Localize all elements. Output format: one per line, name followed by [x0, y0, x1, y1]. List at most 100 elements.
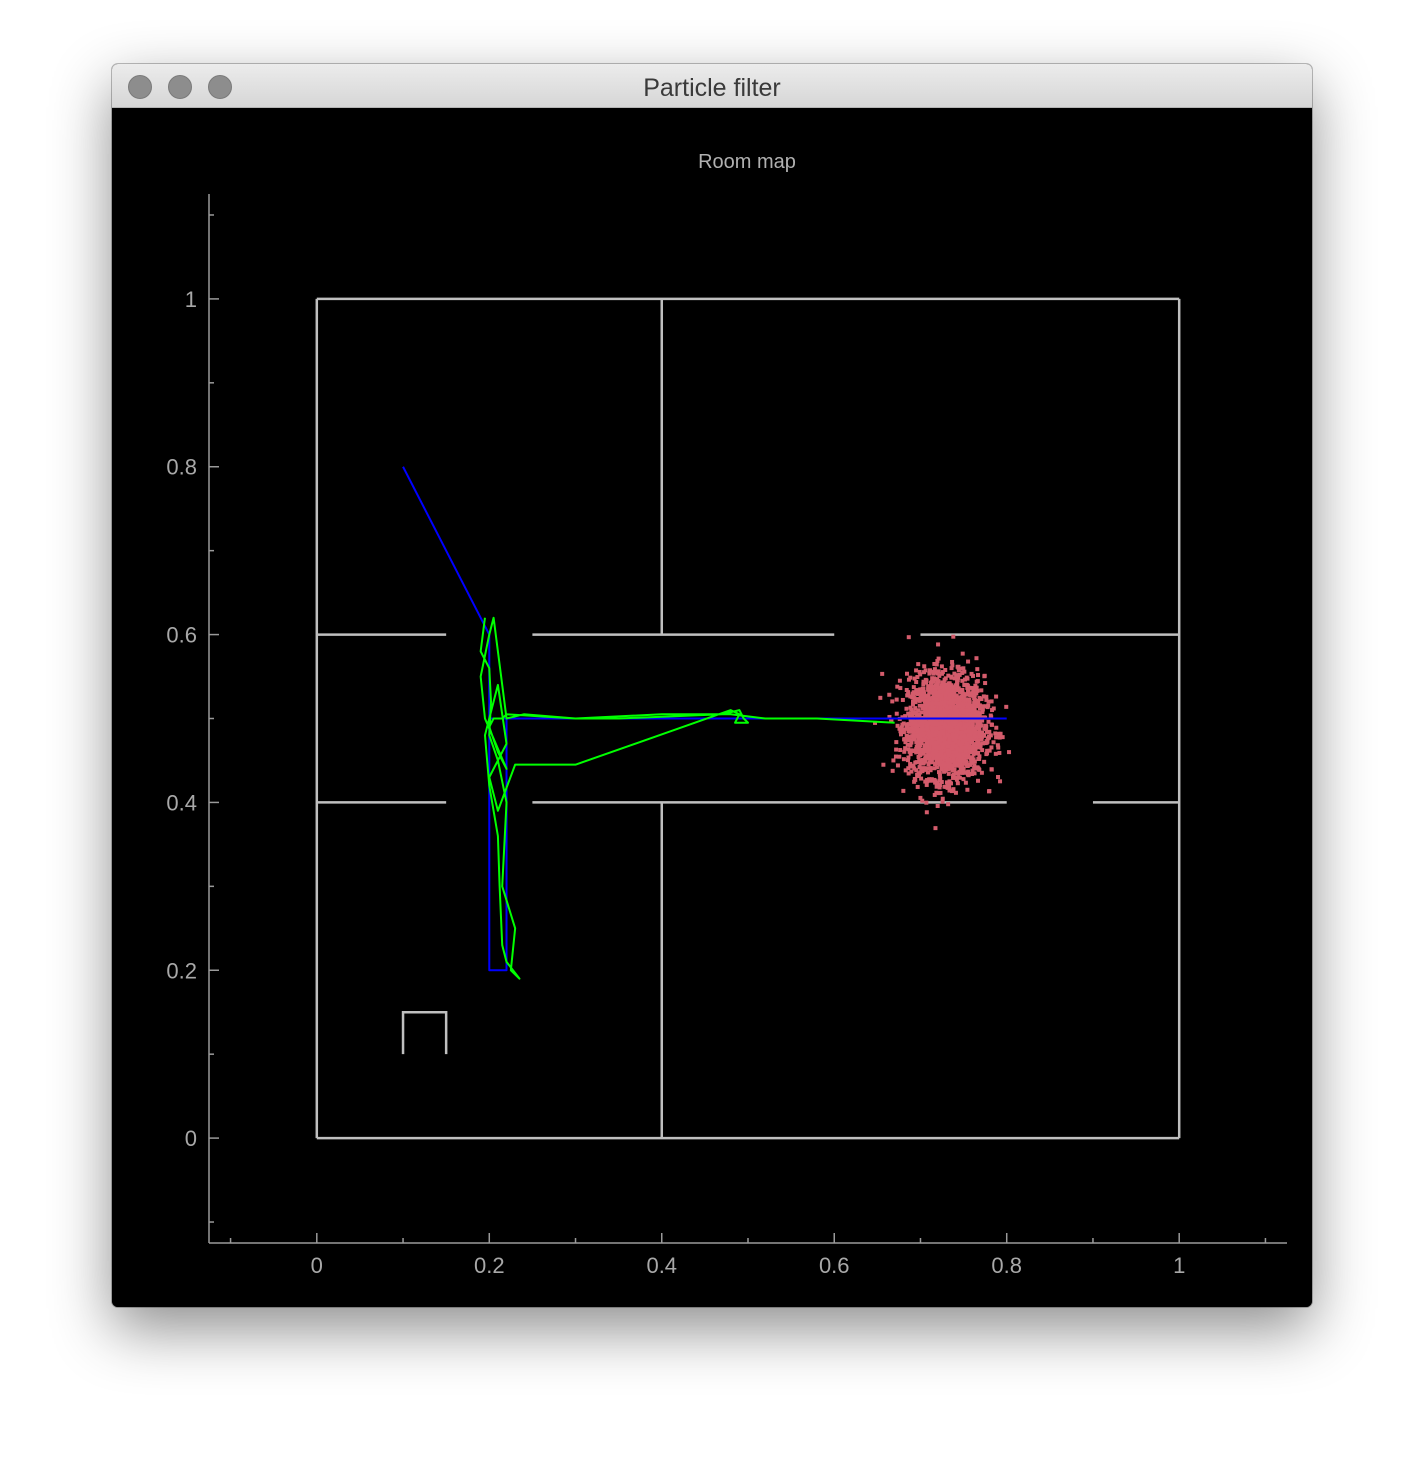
particle [925, 770, 930, 775]
particle [964, 682, 969, 687]
particle [976, 673, 981, 678]
particle [916, 691, 921, 696]
particle [927, 697, 932, 702]
particle [943, 724, 948, 729]
particle [974, 656, 979, 661]
particle [911, 690, 916, 695]
particle [919, 776, 924, 781]
particle [943, 676, 948, 681]
particle [970, 722, 975, 727]
particle [959, 695, 964, 700]
particle [965, 787, 970, 792]
particle [933, 826, 938, 831]
particle [941, 731, 946, 736]
particle [940, 670, 945, 675]
particle [930, 701, 935, 706]
particle [966, 659, 971, 664]
particle [965, 702, 970, 707]
particle [913, 777, 918, 782]
particle [908, 752, 913, 757]
particle [982, 733, 987, 738]
particle [953, 790, 958, 795]
particle [989, 699, 994, 704]
particle [895, 763, 900, 768]
particle [933, 710, 938, 715]
particle [996, 775, 1001, 780]
estimated-path-line [479, 616, 895, 980]
particle [933, 701, 938, 706]
x-tick-label: 0.4 [646, 1253, 677, 1278]
particle [908, 729, 913, 734]
particle [975, 700, 980, 705]
particle [950, 754, 955, 759]
particle [928, 778, 933, 783]
particle [957, 770, 962, 775]
particle [935, 804, 940, 809]
particle [963, 749, 968, 754]
particle [965, 772, 970, 777]
particle [956, 664, 961, 669]
particle [911, 763, 916, 768]
particle [989, 722, 994, 727]
particle [955, 746, 960, 751]
particle [963, 780, 968, 785]
particle [890, 768, 895, 773]
particle [914, 668, 919, 673]
particle [958, 722, 963, 727]
particle [975, 667, 980, 672]
particle [894, 711, 899, 716]
particle [991, 706, 996, 711]
particle [904, 671, 909, 676]
particle [901, 757, 906, 762]
particle [936, 679, 941, 684]
particle [925, 766, 930, 771]
particle [908, 705, 913, 710]
particle [997, 735, 1002, 740]
particle [976, 766, 981, 771]
particle [964, 675, 969, 680]
particle-cloud [873, 634, 1012, 831]
particle [984, 697, 989, 702]
y-tick-label: 1 [185, 287, 197, 312]
window-titlebar[interactable]: Particle filter [112, 64, 1312, 108]
particle [982, 759, 987, 764]
particle [923, 711, 928, 716]
particle [927, 671, 932, 676]
particle [961, 709, 966, 714]
particle [915, 675, 920, 680]
particle [917, 669, 922, 674]
particle [970, 760, 975, 765]
particle [915, 729, 920, 734]
particle [904, 706, 909, 711]
particle [921, 751, 926, 756]
particle [900, 697, 905, 702]
plot-area: Room map 0 0.2 0.4 0.6 0.8 1 0 0.2 0.4 0.6 0.8 1 [112, 108, 1312, 1307]
particle [961, 777, 966, 782]
particle [895, 723, 900, 728]
y-tick-label: 0 [185, 1126, 197, 1151]
particle [993, 751, 998, 756]
particle [922, 737, 927, 742]
particle [911, 733, 916, 738]
y-tick-label: 0.6 [166, 623, 197, 648]
particle [947, 692, 952, 697]
particle [952, 737, 957, 742]
particle [887, 692, 892, 697]
particle [963, 724, 968, 729]
particle [898, 686, 903, 691]
particle [943, 740, 948, 745]
particle [968, 756, 973, 761]
particle [915, 784, 920, 789]
particle [931, 744, 936, 749]
particle [987, 789, 992, 794]
particle [901, 788, 906, 793]
particle [936, 685, 941, 690]
particle [925, 726, 930, 731]
particle [939, 664, 944, 669]
particle [969, 671, 974, 676]
x-tick-label: 0.2 [474, 1253, 505, 1278]
particle [894, 747, 899, 752]
particle [950, 746, 955, 751]
particle [925, 779, 930, 784]
particle [949, 698, 954, 703]
